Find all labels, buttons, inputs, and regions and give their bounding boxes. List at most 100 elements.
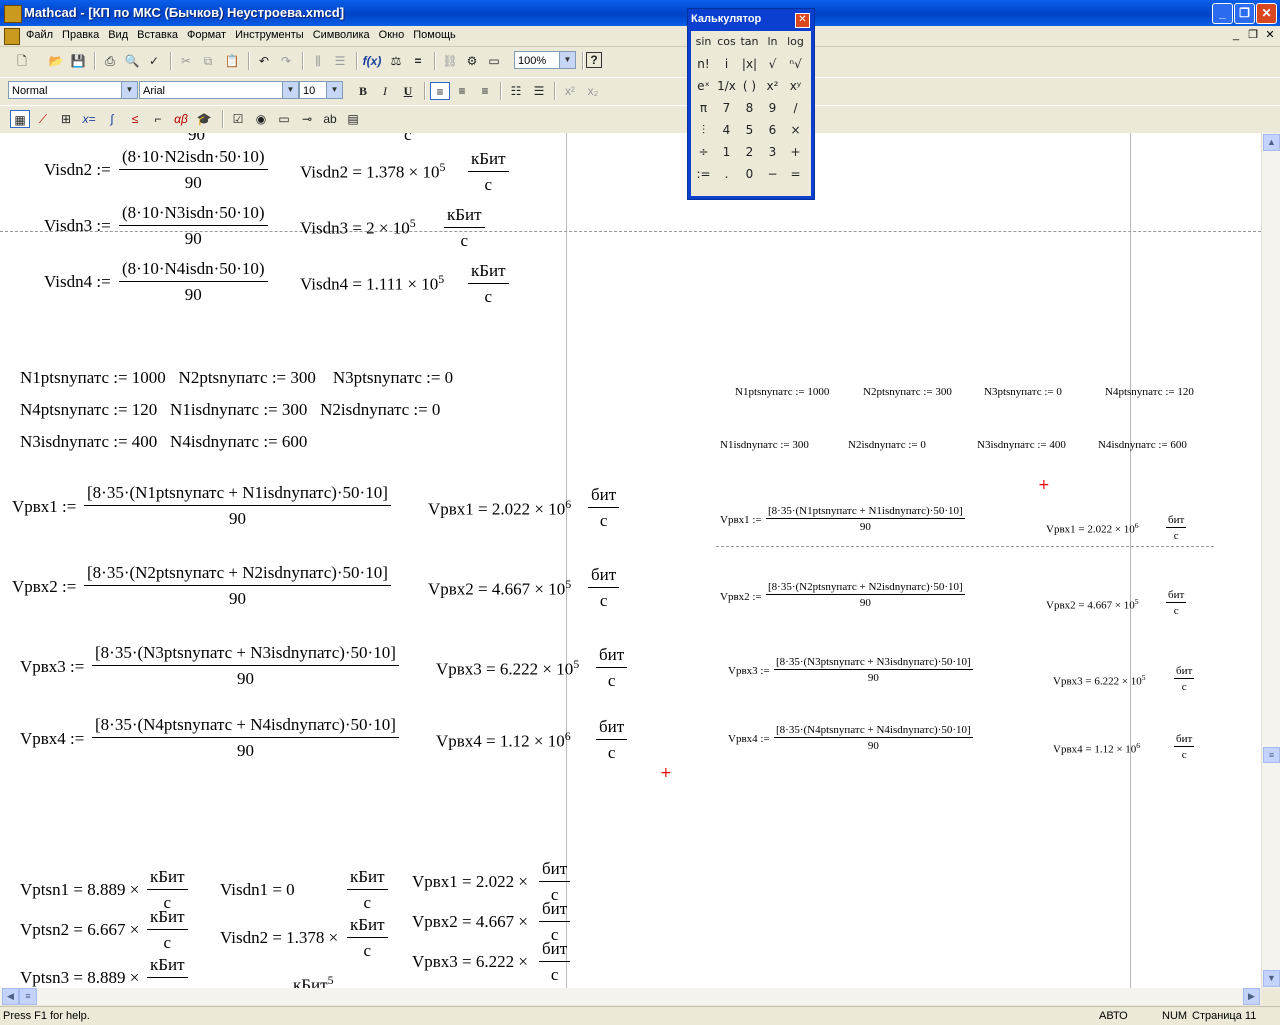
menu-view[interactable]: Вид xyxy=(108,29,133,41)
calc-key-absolute-value[interactable]: |x| xyxy=(738,54,761,74)
calc-key-zero[interactable]: 0 xyxy=(738,164,761,184)
visdn4-result[interactable]: Visdn4 = 1.111 × 105 xyxy=(300,272,444,295)
boolean-toolbar-icon[interactable]: ≤ xyxy=(125,110,145,128)
right-assignment[interactable]: N3isdnyпатс := 400 xyxy=(977,439,1066,451)
paste-icon[interactable]: 📋 xyxy=(222,52,242,70)
visdn3-result[interactable]: Visdn3 = 2 × 105 xyxy=(300,216,416,239)
bottom-vrvx2-result[interactable]: Vрвх2 = 4.667 × xyxy=(412,912,528,932)
scroll-left-icon[interactable]: ◀ xyxy=(2,988,19,1005)
bold-button[interactable]: B xyxy=(353,82,373,100)
calc-key-seven[interactable]: 7 xyxy=(715,98,738,118)
push-button-control-icon[interactable]: ▭ xyxy=(274,110,294,128)
visdn2-fraction[interactable]: (8·10·N2isdn·50·10) 90 xyxy=(119,147,268,193)
menu-insert[interactable]: Вставка xyxy=(137,29,183,41)
calc-key-power[interactable]: xʸ xyxy=(784,76,807,96)
right-assignment[interactable]: N3ptsnyпатс := 0 xyxy=(984,386,1062,398)
calc-key-three[interactable]: 3 xyxy=(761,142,784,162)
undo-icon[interactable]: ↶ xyxy=(254,52,274,70)
visdn4-definition-label[interactable]: Visdn4 := xyxy=(44,272,111,292)
menu-format[interactable]: Формат xyxy=(187,29,231,41)
right-assignment[interactable]: N4ptsnyпатс := 120 xyxy=(1105,386,1194,398)
visdn2-bottom-result[interactable]: Visdn2 = 1.378 × xyxy=(220,928,338,948)
spell-check-icon[interactable]: ✓ xyxy=(144,52,164,70)
vrvx4-fraction[interactable]: [8·35·(N4ptsnyпатс + N4isdnyпатс)·50·10]… xyxy=(92,715,399,761)
style-select[interactable]: Normal ▼ xyxy=(8,81,138,99)
save-icon[interactable]: 💾 xyxy=(68,52,88,70)
right-assignment[interactable]: N2ptsnyпатс := 300 xyxy=(863,386,952,398)
calculator-palette[interactable]: Калькулятор ✕ sin cos tan ln log n! i |x| √ ⁿ√ eˣ 1… xyxy=(687,8,815,200)
h-scroll-thumb[interactable]: ≡ xyxy=(19,988,37,1005)
right-vrvx1-result[interactable]: Vрвх1 = 2.022 × 106 xyxy=(1046,521,1139,536)
chevron-down-icon[interactable]: ▼ xyxy=(282,82,298,98)
open-icon[interactable]: 📂 xyxy=(46,52,66,70)
help-icon[interactable]: ? xyxy=(586,52,602,68)
document-icon[interactable] xyxy=(4,28,20,45)
vrvx1-definition-label[interactable]: Vрвх1 := xyxy=(12,497,76,517)
calculator-close-button[interactable]: ✕ xyxy=(795,13,810,28)
scroll-down-icon[interactable]: ▼ xyxy=(1263,970,1280,987)
new-icon[interactable]: 🗋 xyxy=(12,52,32,70)
calc-key-pi[interactable]: π xyxy=(692,98,715,118)
font-select[interactable]: Arial ▼ xyxy=(139,81,299,99)
calc-key-division[interactable]: ÷ xyxy=(692,142,715,162)
right-vrvx1-label[interactable]: Vрвх1 := xyxy=(720,514,762,526)
visdn2-definition-label[interactable]: Visdn2 := xyxy=(44,160,111,180)
menu-edit[interactable]: Правка xyxy=(62,29,104,41)
menu-symbolics[interactable]: Символика xyxy=(313,29,375,41)
numbering-icon[interactable]: ☰ xyxy=(529,82,549,100)
scroll-thumb[interactable]: ≡ xyxy=(1263,747,1280,763)
vrvx2-result[interactable]: Vрвх2 = 4.667 × 105 xyxy=(428,577,571,600)
vptsn1-result[interactable]: Vptsn1 = 8.889 × xyxy=(20,880,139,900)
align-across-icon[interactable]: ⫼ xyxy=(308,52,328,70)
calc-key-four[interactable]: 4 xyxy=(715,120,738,140)
calc-key-six[interactable]: 6 xyxy=(761,120,784,140)
doc-minimize-button[interactable]: _ xyxy=(1228,28,1244,42)
visdn1-result[interactable]: Visdn1 = 0 xyxy=(220,880,295,900)
calculate-icon[interactable]: = xyxy=(408,52,428,70)
calc-key-one[interactable]: 1 xyxy=(715,142,738,162)
insert-component-icon[interactable]: ⚙ xyxy=(462,52,482,70)
calc-key-evaluate[interactable]: = xyxy=(784,164,807,184)
calc-key-tan[interactable]: tan xyxy=(738,32,761,52)
insert-hyperlink-icon[interactable]: ⛓ xyxy=(440,52,460,70)
maximize-button[interactable]: ❐ xyxy=(1234,3,1255,24)
assignment-row[interactable]: N3isdnyпатс := 400 N4isdnyпатс := 600 xyxy=(20,432,307,452)
vrvx4-definition-label[interactable]: Vрвх4 := xyxy=(20,729,84,749)
italic-button[interactable]: I xyxy=(375,82,395,100)
right-vrvx4-fraction[interactable]: [8·35·(N4ptsnyпатс + N4isdnyпатс)·50·10]… xyxy=(774,724,973,752)
matrix-toolbar-icon[interactable]: ⊞ xyxy=(56,110,76,128)
assignment-row[interactable]: N4ptsnyпатс := 120 N1isdnyпатс := 300 N2… xyxy=(20,400,440,420)
calc-key-plus[interactable]: + xyxy=(784,142,807,162)
calculator-toolbar-icon[interactable]: ▦ xyxy=(10,110,30,128)
superscript-icon[interactable]: x² xyxy=(560,82,580,100)
graph-toolbar-icon[interactable]: ⟋ xyxy=(33,110,53,128)
calc-key-cos[interactable]: cos xyxy=(715,32,738,52)
subscript-icon[interactable]: x₂ xyxy=(583,82,603,100)
scroll-up-icon[interactable]: ▲ xyxy=(1263,134,1280,151)
greek-toolbar-icon[interactable]: αβ xyxy=(171,110,191,128)
calc-key-square-root[interactable]: √ xyxy=(761,54,784,74)
calc-key-factorial[interactable]: n! xyxy=(692,54,715,74)
right-vrvx4-result[interactable]: Vрвх4 = 1.12 × 106 xyxy=(1053,741,1140,756)
calc-key-log[interactable]: log xyxy=(784,32,807,52)
right-assignment[interactable]: N1isdnyпатс := 300 xyxy=(720,439,809,451)
calc-key-minus[interactable]: − xyxy=(761,164,784,184)
minimize-button[interactable]: _ xyxy=(1212,3,1233,24)
right-vrvx4-label[interactable]: Vрвх4 := xyxy=(728,733,770,745)
right-vrvx2-result[interactable]: Vрвх2 = 4.667 × 105 xyxy=(1046,597,1139,612)
status-calc-mode[interactable]: АВТО xyxy=(1099,1010,1128,1022)
vptsn3-result[interactable]: Vptsn3 = 8.889 × xyxy=(20,968,139,988)
calc-key-nine[interactable]: 9 xyxy=(761,98,784,118)
print-preview-icon[interactable]: 🔍 xyxy=(122,52,142,70)
chevron-down-icon[interactable]: ▼ xyxy=(121,82,137,98)
insert-function-icon[interactable]: f(x) xyxy=(362,52,382,70)
font-size-select[interactable]: 10 ▼ xyxy=(299,81,343,99)
calc-key-sin[interactable]: sin xyxy=(692,32,715,52)
align-left-icon[interactable]: ≡ xyxy=(430,82,450,100)
calc-key-reciprocal[interactable]: 1/x xyxy=(715,76,738,96)
checkbox-control-icon[interactable]: ☑ xyxy=(228,110,248,128)
menu-tools[interactable]: Инструменты xyxy=(235,29,309,41)
calc-key-five[interactable]: 5 xyxy=(738,120,761,140)
right-vrvx3-label[interactable]: Vрвх3 := xyxy=(728,665,770,677)
underline-button[interactable]: U xyxy=(398,82,418,100)
